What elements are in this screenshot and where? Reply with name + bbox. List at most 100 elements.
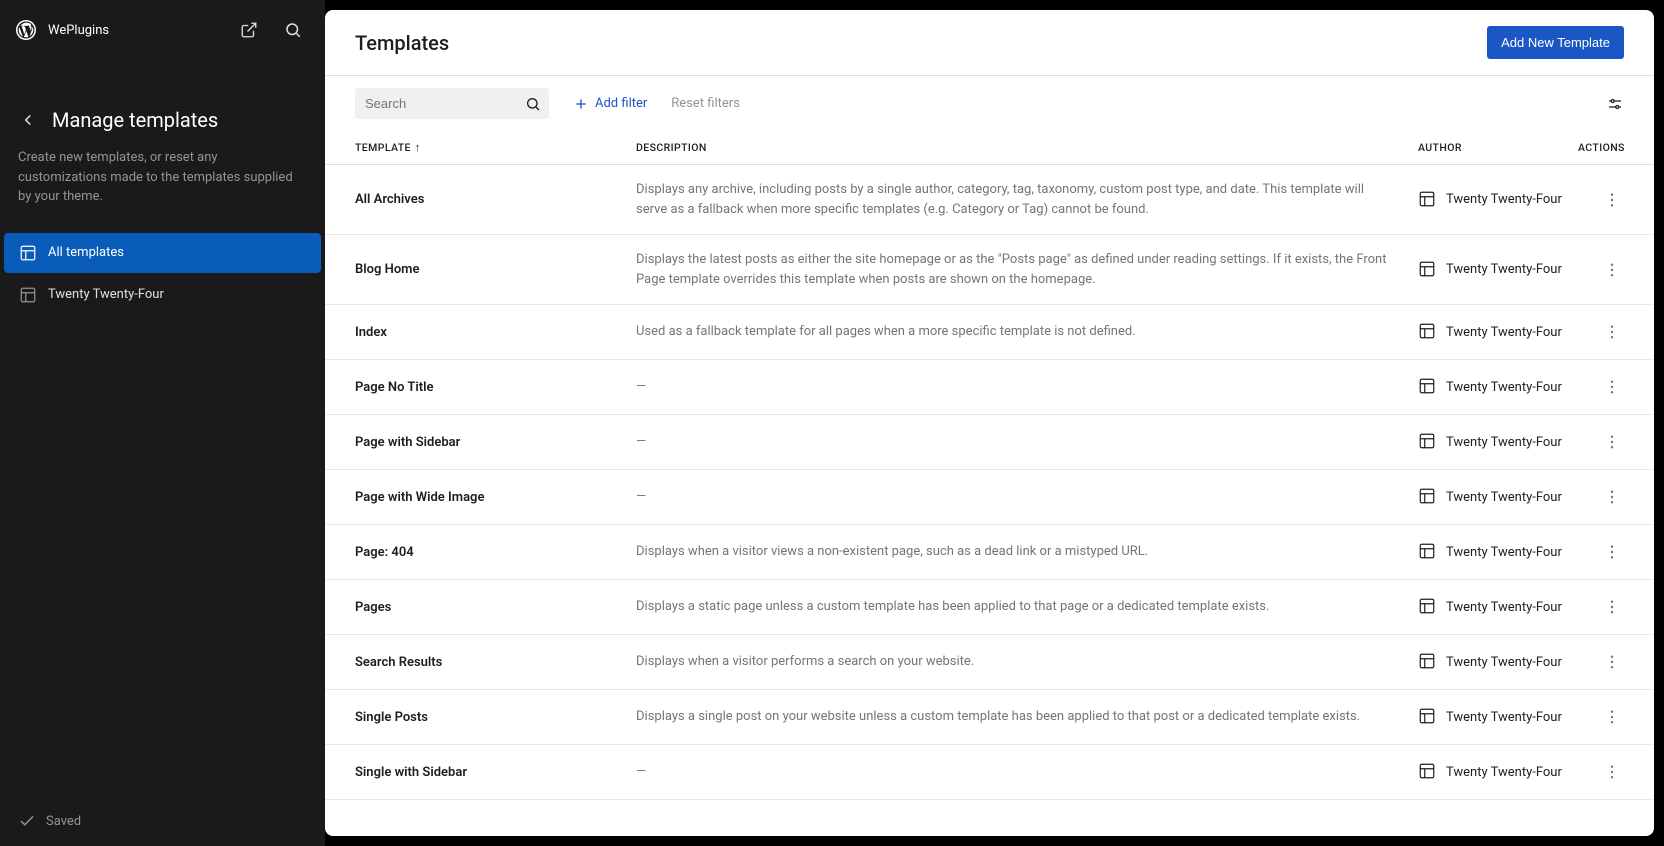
template-description: — bbox=[636, 762, 1418, 782]
reset-filters-button[interactable]: Reset filters bbox=[671, 96, 740, 111]
template-name-link[interactable]: Page with Wide Image bbox=[355, 490, 484, 505]
layout-icon bbox=[1418, 260, 1438, 280]
sidebar: WePlugins Manage templates Create new te… bbox=[0, 0, 325, 846]
toolbar: Add filter Reset filters bbox=[325, 76, 1654, 131]
template-name-link[interactable]: Page No Title bbox=[355, 380, 433, 395]
search-box bbox=[355, 88, 549, 119]
template-name-link[interactable]: All Archives bbox=[355, 192, 424, 207]
main-header: Templates Add New Template bbox=[325, 10, 1654, 76]
main-content: Templates Add New Template Add filter Re… bbox=[325, 10, 1654, 836]
template-description: — bbox=[636, 377, 1418, 397]
template-author: Twenty Twenty-Four bbox=[1418, 762, 1578, 782]
row-actions-menu-icon[interactable] bbox=[1600, 650, 1624, 674]
template-author: Twenty Twenty-Four bbox=[1418, 432, 1578, 452]
table-header: TEMPLATE↑ DESCRIPTION AUTHOR ACTIONS bbox=[325, 131, 1654, 165]
row-actions-menu-icon[interactable] bbox=[1600, 375, 1624, 399]
template-author: Twenty Twenty-Four bbox=[1418, 377, 1578, 397]
nav-item-label: All templates bbox=[48, 245, 124, 260]
template-description: Displays any archive, including posts by… bbox=[636, 180, 1418, 219]
table-row: Blog HomeDisplays the latest posts as ei… bbox=[325, 235, 1654, 305]
nav-item-theme[interactable]: Twenty Twenty-Four bbox=[4, 275, 321, 315]
table-row: Single Posts Displays a single post on yo… bbox=[325, 690, 1654, 745]
template-name-link[interactable]: Index bbox=[355, 325, 387, 340]
wordpress-logo-icon[interactable] bbox=[16, 20, 36, 40]
row-actions-menu-icon[interactable] bbox=[1600, 705, 1624, 729]
layout-icon bbox=[1418, 707, 1438, 727]
template-description: Displays a static page unless a custom t… bbox=[636, 597, 1418, 617]
row-actions-menu-icon[interactable] bbox=[1600, 188, 1624, 212]
check-icon bbox=[18, 812, 36, 830]
author-name: Twenty Twenty-Four bbox=[1446, 490, 1562, 505]
template-name-link[interactable]: Page: 404 bbox=[355, 545, 414, 560]
table-row: Page: 404 Displays when a visitor views a… bbox=[325, 525, 1654, 580]
page-title: Manage templates bbox=[52, 108, 218, 132]
author-name: Twenty Twenty-Four bbox=[1446, 545, 1562, 560]
add-filter-button[interactable]: Add filter bbox=[573, 96, 647, 112]
layout-icon bbox=[18, 285, 38, 305]
row-actions-menu-icon[interactable] bbox=[1600, 540, 1624, 564]
author-name: Twenty Twenty-Four bbox=[1446, 765, 1562, 780]
row-actions-menu-icon[interactable] bbox=[1600, 595, 1624, 619]
sidebar-footer: Saved bbox=[0, 796, 325, 846]
view-site-icon[interactable] bbox=[233, 14, 265, 46]
table-row: Search ResultsDisplays when a visitor pe… bbox=[325, 635, 1654, 690]
table-row: Pages Displays a static page unless a cus… bbox=[325, 580, 1654, 635]
layout-icon bbox=[1418, 652, 1438, 672]
sort-arrow-up-icon: ↑ bbox=[415, 141, 421, 154]
site-name: WePlugins bbox=[48, 23, 221, 38]
layout-icon bbox=[1418, 597, 1438, 617]
search-icon[interactable] bbox=[525, 96, 541, 112]
template-name-link[interactable]: Search Results bbox=[355, 655, 442, 670]
template-author: Twenty Twenty-Four bbox=[1418, 652, 1578, 672]
back-icon[interactable] bbox=[16, 108, 40, 132]
th-template[interactable]: TEMPLATE↑ bbox=[355, 141, 636, 154]
template-author: Twenty Twenty-Four bbox=[1418, 707, 1578, 727]
row-actions-menu-icon[interactable] bbox=[1600, 320, 1624, 344]
main-title: Templates bbox=[355, 31, 449, 55]
table-row: Page with Sidebar —Twenty Twenty-Four bbox=[325, 415, 1654, 470]
template-description: Used as a fallback template for all page… bbox=[636, 322, 1418, 342]
row-actions-menu-icon[interactable] bbox=[1600, 430, 1624, 454]
th-description[interactable]: DESCRIPTION bbox=[636, 141, 1418, 154]
table-body: All Archives Displays any archive, includ… bbox=[325, 165, 1654, 836]
template-name-link[interactable]: Single with Sidebar bbox=[355, 765, 467, 780]
template-description: — bbox=[636, 432, 1418, 452]
layout-icon bbox=[18, 243, 38, 263]
th-actions: ACTIONS bbox=[1578, 141, 1624, 154]
template-name-link[interactable]: Blog Home bbox=[355, 262, 419, 277]
template-author: Twenty Twenty-Four bbox=[1418, 260, 1578, 280]
template-author: Twenty Twenty-Four bbox=[1418, 322, 1578, 342]
sidebar-header: WePlugins bbox=[0, 0, 325, 60]
nav-item-label: Twenty Twenty-Four bbox=[48, 287, 164, 302]
th-author[interactable]: AUTHOR bbox=[1418, 141, 1578, 154]
row-actions-menu-icon[interactable] bbox=[1600, 485, 1624, 509]
template-name-link[interactable]: Pages bbox=[355, 600, 391, 615]
template-name-link[interactable]: Single Posts bbox=[355, 710, 428, 725]
add-new-template-button[interactable]: Add New Template bbox=[1487, 26, 1624, 59]
author-name: Twenty Twenty-Four bbox=[1446, 192, 1562, 207]
plus-icon bbox=[573, 96, 589, 112]
template-description: Displays a single post on your website u… bbox=[636, 707, 1418, 727]
template-author: Twenty Twenty-Four bbox=[1418, 597, 1578, 617]
template-author: Twenty Twenty-Four bbox=[1418, 190, 1578, 210]
saved-status: Saved bbox=[46, 814, 81, 829]
view-options-icon[interactable] bbox=[1606, 95, 1624, 113]
table-row: Page No Title —Twenty Twenty-Four bbox=[325, 360, 1654, 415]
row-actions-menu-icon[interactable] bbox=[1600, 258, 1624, 282]
search-input[interactable] bbox=[355, 88, 549, 119]
table-row: Page with Wide Image—Twenty Twenty-Four bbox=[325, 470, 1654, 525]
template-description: Displays when a visitor views a non-exis… bbox=[636, 542, 1418, 562]
author-name: Twenty Twenty-Four bbox=[1446, 600, 1562, 615]
author-name: Twenty Twenty-Four bbox=[1446, 325, 1562, 340]
layout-icon bbox=[1418, 432, 1438, 452]
layout-icon bbox=[1418, 487, 1438, 507]
row-actions-menu-icon[interactable] bbox=[1600, 760, 1624, 784]
template-name-link[interactable]: Page with Sidebar bbox=[355, 435, 460, 450]
table-row: Index Used as a fallback template for all… bbox=[325, 305, 1654, 360]
table-row: Single with Sidebar — Twenty Twenty-Four bbox=[325, 745, 1654, 800]
nav-item-all-templates[interactable]: All templates bbox=[4, 233, 321, 273]
author-name: Twenty Twenty-Four bbox=[1446, 655, 1562, 670]
layout-icon bbox=[1418, 762, 1438, 782]
manage-header: Manage templates bbox=[0, 60, 325, 144]
search-icon[interactable] bbox=[277, 14, 309, 46]
